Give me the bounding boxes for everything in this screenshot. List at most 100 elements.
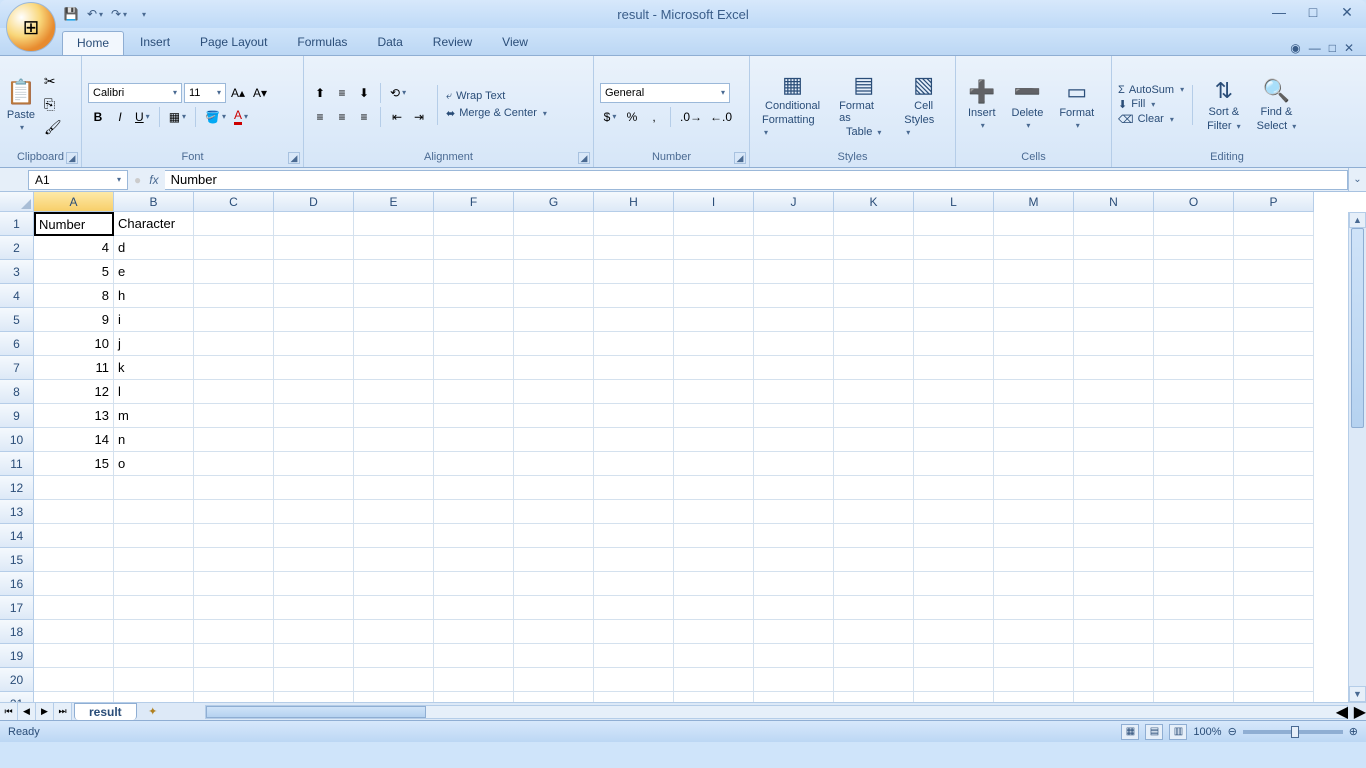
vertical-scrollbar[interactable]: ▲ ▼ [1348, 212, 1366, 702]
cell-C1[interactable] [194, 212, 274, 236]
row-header-19[interactable]: 19 [0, 644, 34, 668]
last-sheet-icon[interactable]: ⏭ [54, 703, 72, 720]
column-header-I[interactable]: I [674, 192, 754, 212]
page-layout-view-icon[interactable]: ▤ [1145, 724, 1163, 740]
vscroll-thumb[interactable] [1351, 228, 1364, 428]
insert-cells-button[interactable]: ➕Insert▾ [962, 77, 1002, 132]
cell-H14[interactable] [594, 524, 674, 548]
scroll-left-icon[interactable]: ◀ [1336, 702, 1348, 722]
row-header-12[interactable]: 12 [0, 476, 34, 500]
increase-decimal-icon[interactable]: .0→ [677, 107, 705, 127]
cell-E17[interactable] [354, 596, 434, 620]
cell-P15[interactable] [1234, 548, 1314, 572]
cell-H7[interactable] [594, 356, 674, 380]
cell-C6[interactable] [194, 332, 274, 356]
cell-B17[interactable] [114, 596, 194, 620]
cell-K20[interactable] [834, 668, 914, 692]
tab-insert[interactable]: Insert [126, 31, 184, 55]
cell-N17[interactable] [1074, 596, 1154, 620]
cell-C12[interactable] [194, 476, 274, 500]
cell-M7[interactable] [994, 356, 1074, 380]
cell-O11[interactable] [1154, 452, 1234, 476]
cell-C20[interactable] [194, 668, 274, 692]
normal-view-icon[interactable]: ▦ [1121, 724, 1139, 740]
cell-N5[interactable] [1074, 308, 1154, 332]
cell-E11[interactable] [354, 452, 434, 476]
cell-K4[interactable] [834, 284, 914, 308]
sort-filter-button[interactable]: ⇅Sort &Filter ▾ [1201, 76, 1247, 134]
cell-B2[interactable]: d [114, 236, 194, 260]
decrease-indent-icon[interactable]: ⇤ [387, 107, 407, 127]
font-color-button[interactable]: A▾ [231, 107, 251, 127]
cell-I19[interactable] [674, 644, 754, 668]
cell-F10[interactable] [434, 428, 514, 452]
delete-cells-button[interactable]: ➖Delete▾ [1006, 77, 1050, 132]
column-header-B[interactable]: B [114, 192, 194, 212]
cell-F14[interactable] [434, 524, 514, 548]
cell-B10[interactable]: n [114, 428, 194, 452]
font-name-select[interactable]: Calibri▾ [88, 83, 182, 103]
minimize-button[interactable]: — [1268, 4, 1290, 20]
cell-A13[interactable] [34, 500, 114, 524]
cell-M8[interactable] [994, 380, 1074, 404]
cell-E8[interactable] [354, 380, 434, 404]
format-cells-button[interactable]: ▭Format▾ [1053, 77, 1100, 132]
cell-M4[interactable] [994, 284, 1074, 308]
save-icon[interactable]: 💾 [62, 5, 80, 23]
hscroll-thumb[interactable] [206, 706, 426, 718]
cell-I2[interactable] [674, 236, 754, 260]
cell-I20[interactable] [674, 668, 754, 692]
bold-button[interactable]: B [88, 107, 108, 127]
cell-L11[interactable] [914, 452, 994, 476]
cell-I17[interactable] [674, 596, 754, 620]
cell-L12[interactable] [914, 476, 994, 500]
column-header-O[interactable]: O [1154, 192, 1234, 212]
decrease-decimal-icon[interactable]: ←.0 [707, 107, 735, 127]
cell-B12[interactable] [114, 476, 194, 500]
cell-I1[interactable] [674, 212, 754, 236]
cell-D6[interactable] [274, 332, 354, 356]
fill-color-button[interactable]: 🪣▾ [202, 107, 229, 127]
border-button[interactable]: ▦▾ [166, 107, 189, 127]
cell-O10[interactable] [1154, 428, 1234, 452]
cell-L7[interactable] [914, 356, 994, 380]
cell-N12[interactable] [1074, 476, 1154, 500]
scroll-up-icon[interactable]: ▲ [1349, 212, 1366, 228]
cell-K10[interactable] [834, 428, 914, 452]
cell-N3[interactable] [1074, 260, 1154, 284]
cell-A21[interactable] [34, 692, 114, 702]
cell-C9[interactable] [194, 404, 274, 428]
cell-D3[interactable] [274, 260, 354, 284]
next-sheet-icon[interactable]: ▶ [36, 703, 54, 720]
wrap-text-button[interactable]: ⤶Wrap Text [446, 90, 547, 103]
close-button[interactable]: ✕ [1336, 4, 1358, 20]
cell-J14[interactable] [754, 524, 834, 548]
cell-F5[interactable] [434, 308, 514, 332]
cell-L5[interactable] [914, 308, 994, 332]
cell-H6[interactable] [594, 332, 674, 356]
cell-L21[interactable] [914, 692, 994, 702]
cell-H19[interactable] [594, 644, 674, 668]
font-dialog-launcher[interactable]: ◢ [288, 152, 300, 164]
cell-D18[interactable] [274, 620, 354, 644]
zoom-out-icon[interactable]: ⊖ [1228, 725, 1237, 738]
cell-C10[interactable] [194, 428, 274, 452]
cell-G17[interactable] [514, 596, 594, 620]
cell-K15[interactable] [834, 548, 914, 572]
cell-D9[interactable] [274, 404, 354, 428]
cell-P14[interactable] [1234, 524, 1314, 548]
cell-M12[interactable] [994, 476, 1074, 500]
cell-A17[interactable] [34, 596, 114, 620]
cell-D17[interactable] [274, 596, 354, 620]
cell-M11[interactable] [994, 452, 1074, 476]
cell-B14[interactable] [114, 524, 194, 548]
cell-K12[interactable] [834, 476, 914, 500]
cell-L3[interactable] [914, 260, 994, 284]
cell-H2[interactable] [594, 236, 674, 260]
cell-A3[interactable]: 5 [34, 260, 114, 284]
row-header-7[interactable]: 7 [0, 356, 34, 380]
zoom-in-icon[interactable]: ⊕ [1349, 725, 1358, 738]
cell-N6[interactable] [1074, 332, 1154, 356]
cell-J2[interactable] [754, 236, 834, 260]
cell-I7[interactable] [674, 356, 754, 380]
